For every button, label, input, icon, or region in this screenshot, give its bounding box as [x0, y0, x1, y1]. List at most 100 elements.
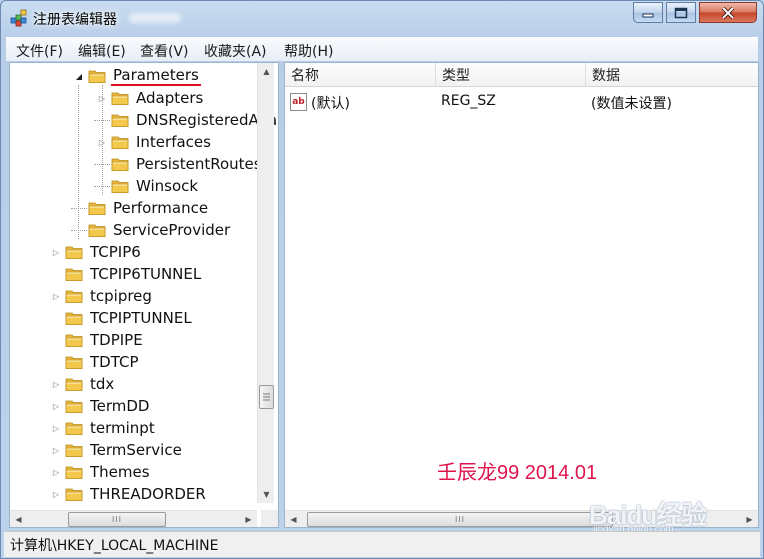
tree-label: TDTCP — [90, 353, 139, 371]
menu-view[interactable]: 查看(V) — [140, 41, 189, 61]
menu-bar: 文件(F) 编辑(E) 查看(V) 收藏夹(A) 帮助(H) — [6, 37, 758, 61]
expand-arrow-icon[interactable]: ▷ — [50, 483, 62, 505]
column-header-type[interactable]: 类型 — [436, 63, 586, 87]
scroll-left-arrow-icon[interactable]: ◀ — [285, 511, 302, 527]
tree-item[interactable]: ▷ THREADORDER — [50, 483, 208, 505]
value-data: (数值未设置) — [591, 96, 672, 112]
expand-arrow-icon[interactable]: ▷ — [50, 395, 62, 417]
tree-item[interactable]: ▷ Adapters — [96, 87, 205, 109]
tree-label: Performance — [113, 199, 209, 217]
tree-horizontal-scroll-thumb[interactable]: III — [68, 512, 166, 527]
tree-item[interactable]: Winsock — [96, 175, 200, 197]
tree-label: Adapters — [136, 89, 204, 107]
expand-arrow-icon[interactable]: ▷ — [50, 241, 62, 263]
key-tree-pane[interactable]: ◢Parameters▷AdaptersDNSRegisteredAdapter… — [9, 62, 279, 528]
string-value-icon: ab — [290, 93, 307, 111]
tree-item[interactable]: TDTCP — [50, 351, 141, 373]
value-type: REG_SZ — [441, 93, 496, 109]
tree-item[interactable]: ◢ Parameters — [73, 65, 201, 87]
expand-arrow-icon[interactable]: ▷ — [50, 439, 62, 461]
folder-icon — [88, 202, 106, 215]
expand-arrow-icon[interactable]: ▷ — [96, 131, 108, 153]
expand-arrow-icon[interactable]: ▷ — [96, 87, 108, 109]
scroll-down-arrow-icon[interactable]: ▼ — [258, 486, 275, 503]
tree-label: TermDD — [90, 397, 150, 415]
scroll-up-arrow-icon[interactable]: ▲ — [258, 63, 275, 80]
tree-label: tcpipreg — [90, 287, 152, 305]
menu-edit[interactable]: 编辑(E) — [78, 41, 126, 61]
expand-arrow-icon[interactable]: ▷ — [50, 461, 62, 483]
folder-icon — [65, 312, 83, 325]
folder-icon — [65, 246, 83, 259]
grip-icon — [263, 393, 270, 401]
value-row[interactable]: ab (默认) REG_SZ (数值未设置) — [285, 91, 758, 113]
expand-arrow-icon[interactable]: ▷ — [50, 417, 62, 439]
tree-label: TDPIPE — [90, 331, 143, 349]
tree-item[interactable]: ▷ TermDD — [50, 395, 151, 417]
collapse-arrow-icon[interactable]: ◢ — [73, 65, 85, 87]
tree-item[interactable]: ▷ tdx — [50, 373, 116, 395]
folder-icon — [111, 158, 129, 171]
scroll-right-arrow-icon[interactable]: ▶ — [741, 511, 758, 527]
minimize-icon — [642, 13, 654, 17]
tree-label: Interfaces — [136, 133, 211, 151]
menu-favorites[interactable]: 收藏夹(A) — [204, 41, 267, 61]
tree-item[interactable]: ▷ Interfaces — [96, 131, 213, 153]
folder-icon — [65, 334, 83, 347]
list-horizontal-scroll-thumb[interactable]: III — [307, 512, 613, 527]
maximize-button[interactable] — [666, 2, 696, 23]
scroll-left-arrow-icon[interactable]: ◀ — [10, 511, 27, 527]
folder-icon — [65, 422, 83, 435]
tree-vertical-scroll-thumb[interactable] — [259, 385, 274, 409]
tree-item[interactable]: Performance — [73, 197, 210, 219]
tree-label: TCPIP6TUNNEL — [90, 265, 202, 283]
expand-arrow-icon[interactable]: ▷ — [50, 285, 62, 307]
tree-label: Winsock — [136, 177, 199, 195]
tree-item[interactable]: DNSRegisteredAdapters — [96, 109, 278, 131]
tree-item[interactable]: ▷ TCPIP6 — [50, 241, 143, 263]
tree-item[interactable]: ▷ Themes — [50, 461, 152, 483]
tree-label: TermService — [90, 441, 182, 459]
expand-arrow-icon[interactable]: ▷ — [50, 373, 62, 395]
folder-icon — [65, 290, 83, 303]
blurred-title-region — [129, 13, 181, 23]
tree-item[interactable]: ▷ TermService — [50, 439, 184, 461]
window-title: 注册表编辑器 — [33, 12, 117, 28]
tree-item[interactable]: ServiceProvider — [73, 219, 232, 241]
tree-item[interactable]: TCPIP6TUNNEL — [50, 263, 203, 285]
folder-icon — [65, 378, 83, 391]
tree-horizontal-scrollbar[interactable]: ◀ III ▶ — [10, 510, 257, 527]
folder-icon — [65, 466, 83, 479]
tree-item[interactable]: TCPIPTUNNEL — [50, 307, 194, 329]
column-header-name[interactable]: 名称 — [285, 63, 436, 87]
title-bar[interactable]: 注册表编辑器 — [1, 1, 763, 35]
column-header-data[interactable]: 数据 — [586, 63, 758, 87]
folder-icon — [65, 356, 83, 369]
current-key-path: 计算机\HKEY_LOCAL_MACHINE — [10, 537, 219, 554]
folder-icon — [111, 136, 129, 149]
tree-item[interactable]: PersistentRoutes — [96, 153, 264, 175]
tree-label: Themes — [90, 463, 150, 481]
value-name: (默认) — [311, 96, 350, 112]
menu-file[interactable]: 文件(F) — [16, 41, 63, 61]
tree-label: ServiceProvider — [113, 221, 231, 239]
folder-icon — [88, 224, 106, 237]
menu-help[interactable]: 帮助(H) — [284, 41, 333, 61]
tree-vertical-scrollbar[interactable]: ▲ ▼ — [257, 63, 274, 503]
scroll-right-arrow-icon[interactable]: ▶ — [240, 511, 257, 527]
tree-label: TCPIP6 — [90, 243, 141, 261]
minimize-button[interactable] — [633, 2, 663, 23]
close-button[interactable] — [699, 2, 757, 23]
tree-item[interactable]: TDPIPE — [50, 329, 145, 351]
tree-item[interactable]: ▷ terminpt — [50, 417, 157, 439]
tree-item[interactable]: ▷ tcpipreg — [50, 285, 154, 307]
folder-icon — [111, 92, 129, 105]
